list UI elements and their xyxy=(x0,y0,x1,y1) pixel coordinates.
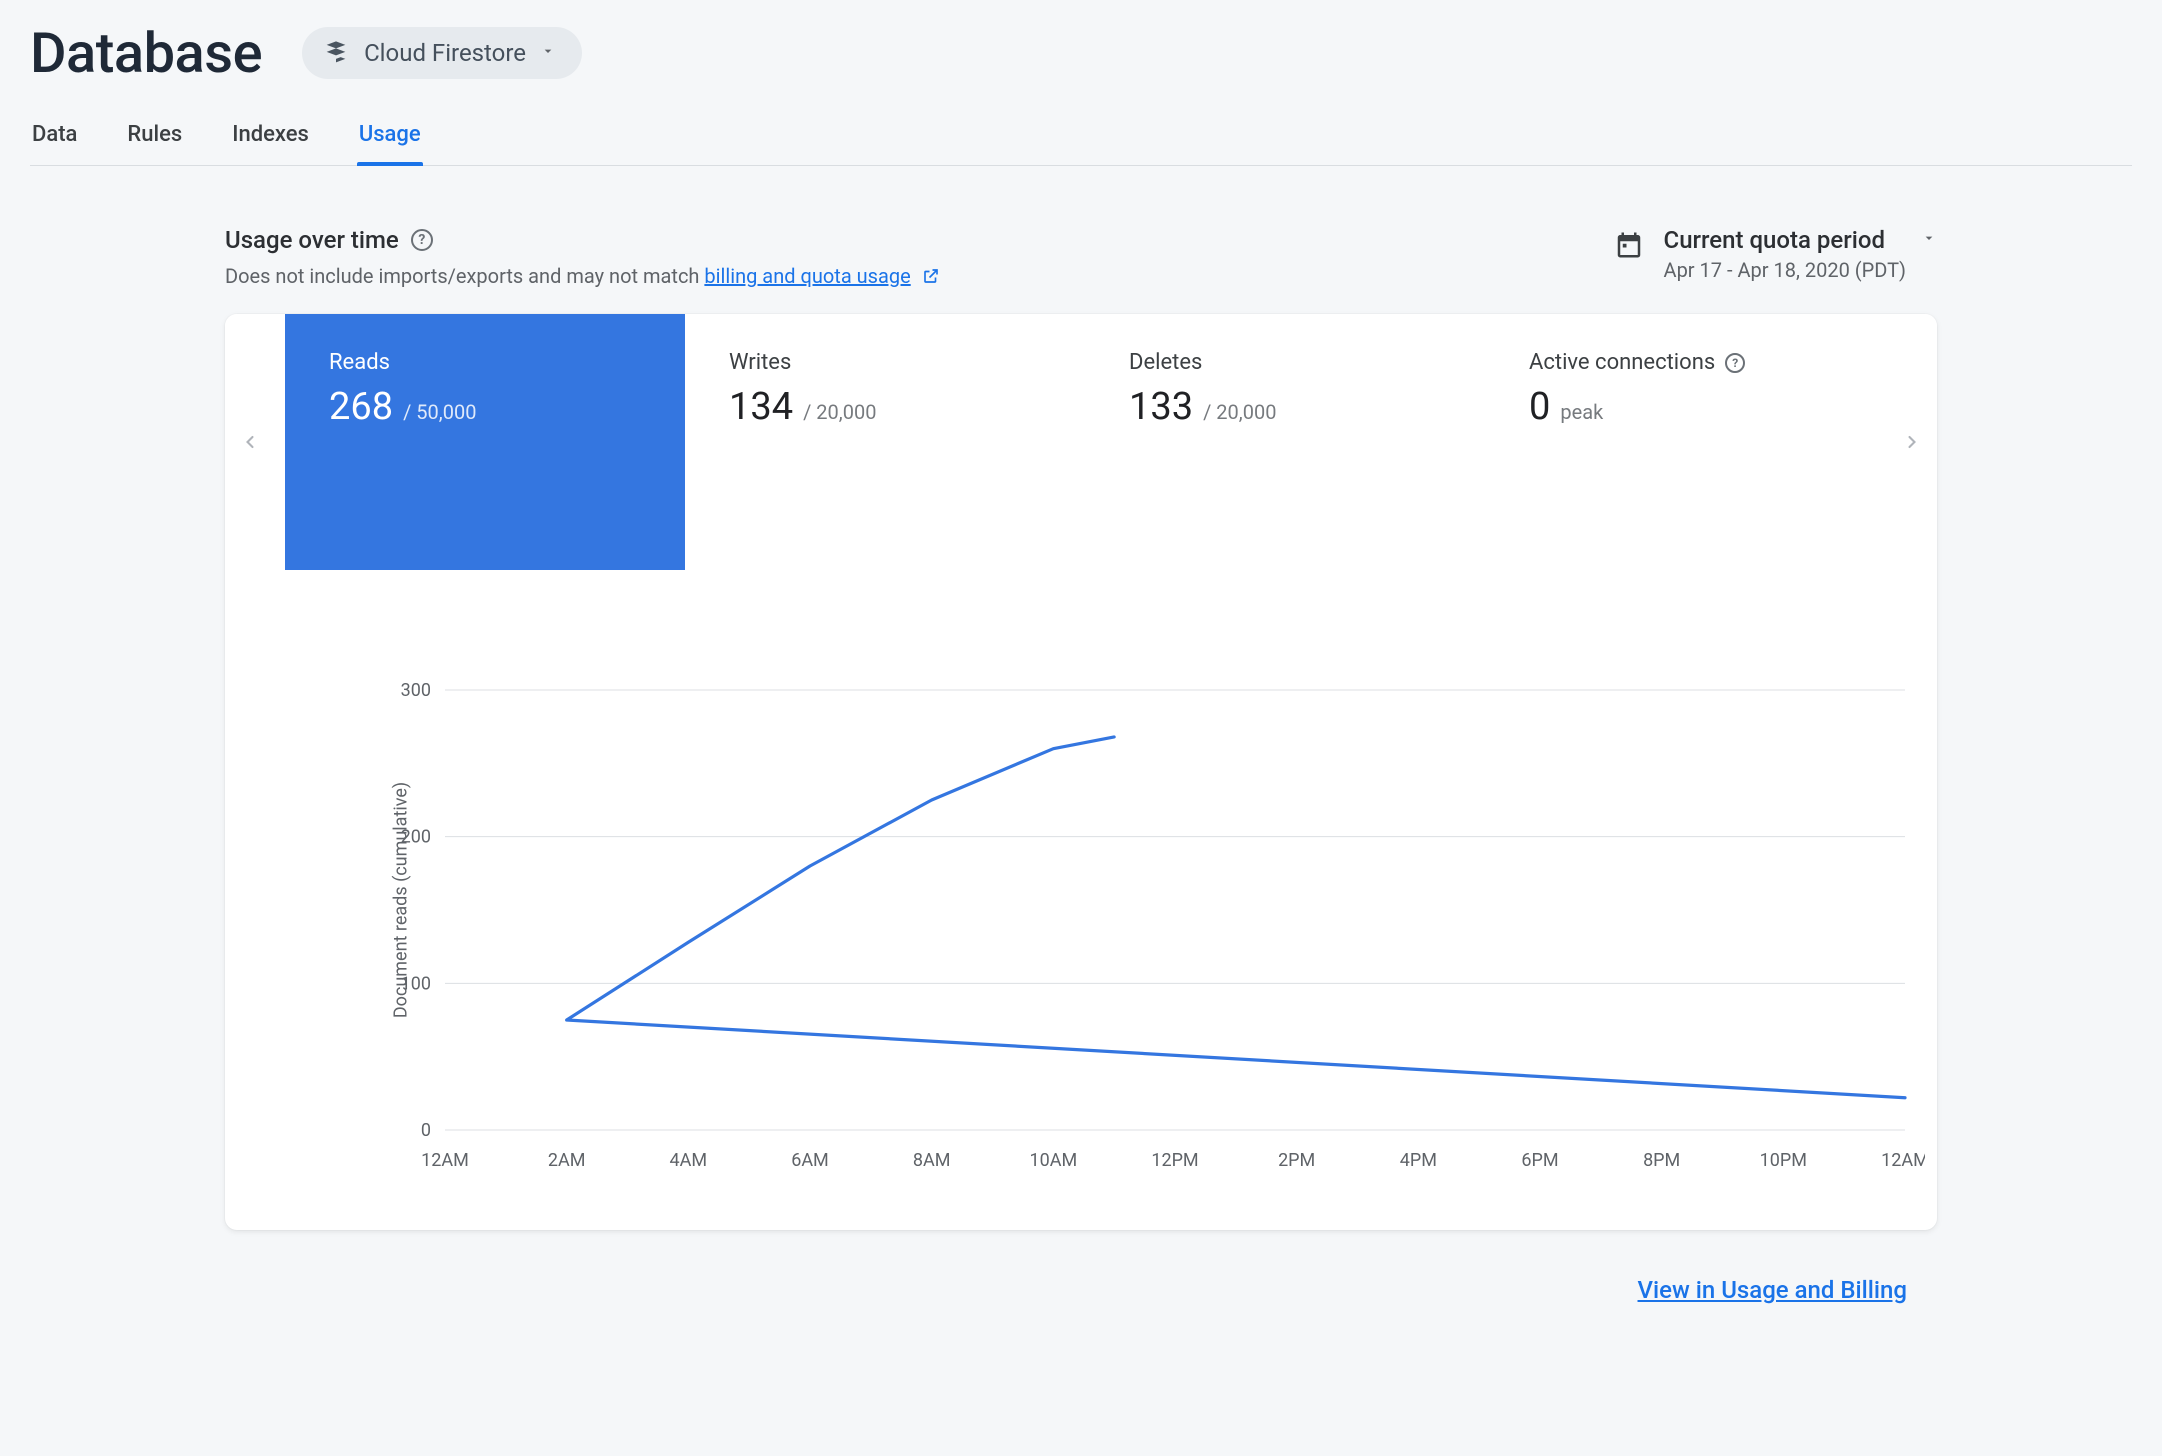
calendar-icon xyxy=(1614,230,1644,264)
section-subtitle: Does not include imports/exports and may… xyxy=(225,264,940,290)
usage-card: Reads268/ 50,000Writes134/ 20,000Deletes… xyxy=(225,314,1937,1230)
metric-title: Deletes xyxy=(1129,350,1441,375)
chart-y-axis-label: Document reads (cumulative) xyxy=(391,782,412,1018)
period-picker[interactable]: Current quota period Apr 17 - Apr 18, 20… xyxy=(1614,226,1937,282)
svg-text:6AM: 6AM xyxy=(791,1150,829,1171)
svg-text:8AM: 8AM xyxy=(913,1150,951,1171)
svg-text:300: 300 xyxy=(401,680,431,701)
metrics-prev-button[interactable] xyxy=(225,314,275,570)
period-range: Apr 17 - Apr 18, 2020 (PDT) xyxy=(1664,258,1937,282)
usage-chart: 010020030012AM2AM4AM6AM8AM10AM12PM2PM4PM… xyxy=(365,680,1925,1180)
metric-suffix: / 50,000 xyxy=(403,400,476,424)
svg-text:12PM: 12PM xyxy=(1151,1150,1198,1171)
svg-text:8PM: 8PM xyxy=(1643,1150,1680,1171)
metric-active-connections[interactable]: Active connections? 0 peak xyxy=(1485,314,1885,570)
metric-writes[interactable]: Writes 134 / 20,000 xyxy=(685,314,1085,570)
metric-value: 134 xyxy=(729,385,793,429)
caret-down-icon xyxy=(540,43,556,63)
svg-text:10PM: 10PM xyxy=(1760,1150,1807,1171)
svg-text:12AM: 12AM xyxy=(1881,1150,1925,1171)
metric-deletes[interactable]: Deletes 133 / 20,000 xyxy=(1085,314,1485,570)
svg-text:10AM: 10AM xyxy=(1029,1150,1077,1171)
svg-text:6PM: 6PM xyxy=(1521,1150,1558,1171)
svg-text:4AM: 4AM xyxy=(670,1150,708,1171)
firestore-icon xyxy=(322,39,350,67)
metric-title: Active connections? xyxy=(1529,350,1841,375)
tab-rules[interactable]: Rules xyxy=(127,114,182,165)
page-title: Database xyxy=(30,20,262,86)
database-selector-label: Cloud Firestore xyxy=(364,39,526,67)
help-icon[interactable]: ? xyxy=(411,229,433,251)
metric-suffix: / 20,000 xyxy=(1203,400,1276,424)
metric-suffix: / 20,000 xyxy=(803,400,876,424)
metric-value: 0 xyxy=(1529,385,1550,429)
external-link-icon xyxy=(922,266,940,290)
metric-title: Reads xyxy=(329,350,641,375)
database-selector[interactable]: Cloud Firestore xyxy=(302,27,582,79)
metric-title: Writes xyxy=(729,350,1041,375)
period-label: Current quota period xyxy=(1664,226,1885,254)
metric-suffix: peak xyxy=(1560,400,1603,424)
svg-text:2AM: 2AM xyxy=(548,1150,586,1171)
tab-usage[interactable]: Usage xyxy=(359,114,421,165)
section-title: Usage over time xyxy=(225,226,399,254)
help-icon[interactable]: ? xyxy=(1725,353,1745,373)
svg-text:0: 0 xyxy=(421,1120,431,1141)
svg-text:2PM: 2PM xyxy=(1278,1150,1315,1171)
caret-down-icon xyxy=(1921,230,1937,250)
billing-link[interactable]: billing and quota usage xyxy=(704,264,910,288)
tab-indexes[interactable]: Indexes xyxy=(232,114,309,165)
metric-value: 268 xyxy=(329,385,393,429)
svg-text:12AM: 12AM xyxy=(421,1150,469,1171)
metric-value: 133 xyxy=(1129,385,1193,429)
metric-reads[interactable]: Reads 268 / 50,000 xyxy=(285,314,685,570)
tabs: Data Rules Indexes Usage xyxy=(30,114,2132,166)
svg-text:4PM: 4PM xyxy=(1400,1150,1437,1171)
view-billing-link[interactable]: View in Usage and Billing xyxy=(1638,1276,1907,1304)
metrics-next-button[interactable] xyxy=(1887,314,1937,570)
tab-data[interactable]: Data xyxy=(32,114,77,165)
